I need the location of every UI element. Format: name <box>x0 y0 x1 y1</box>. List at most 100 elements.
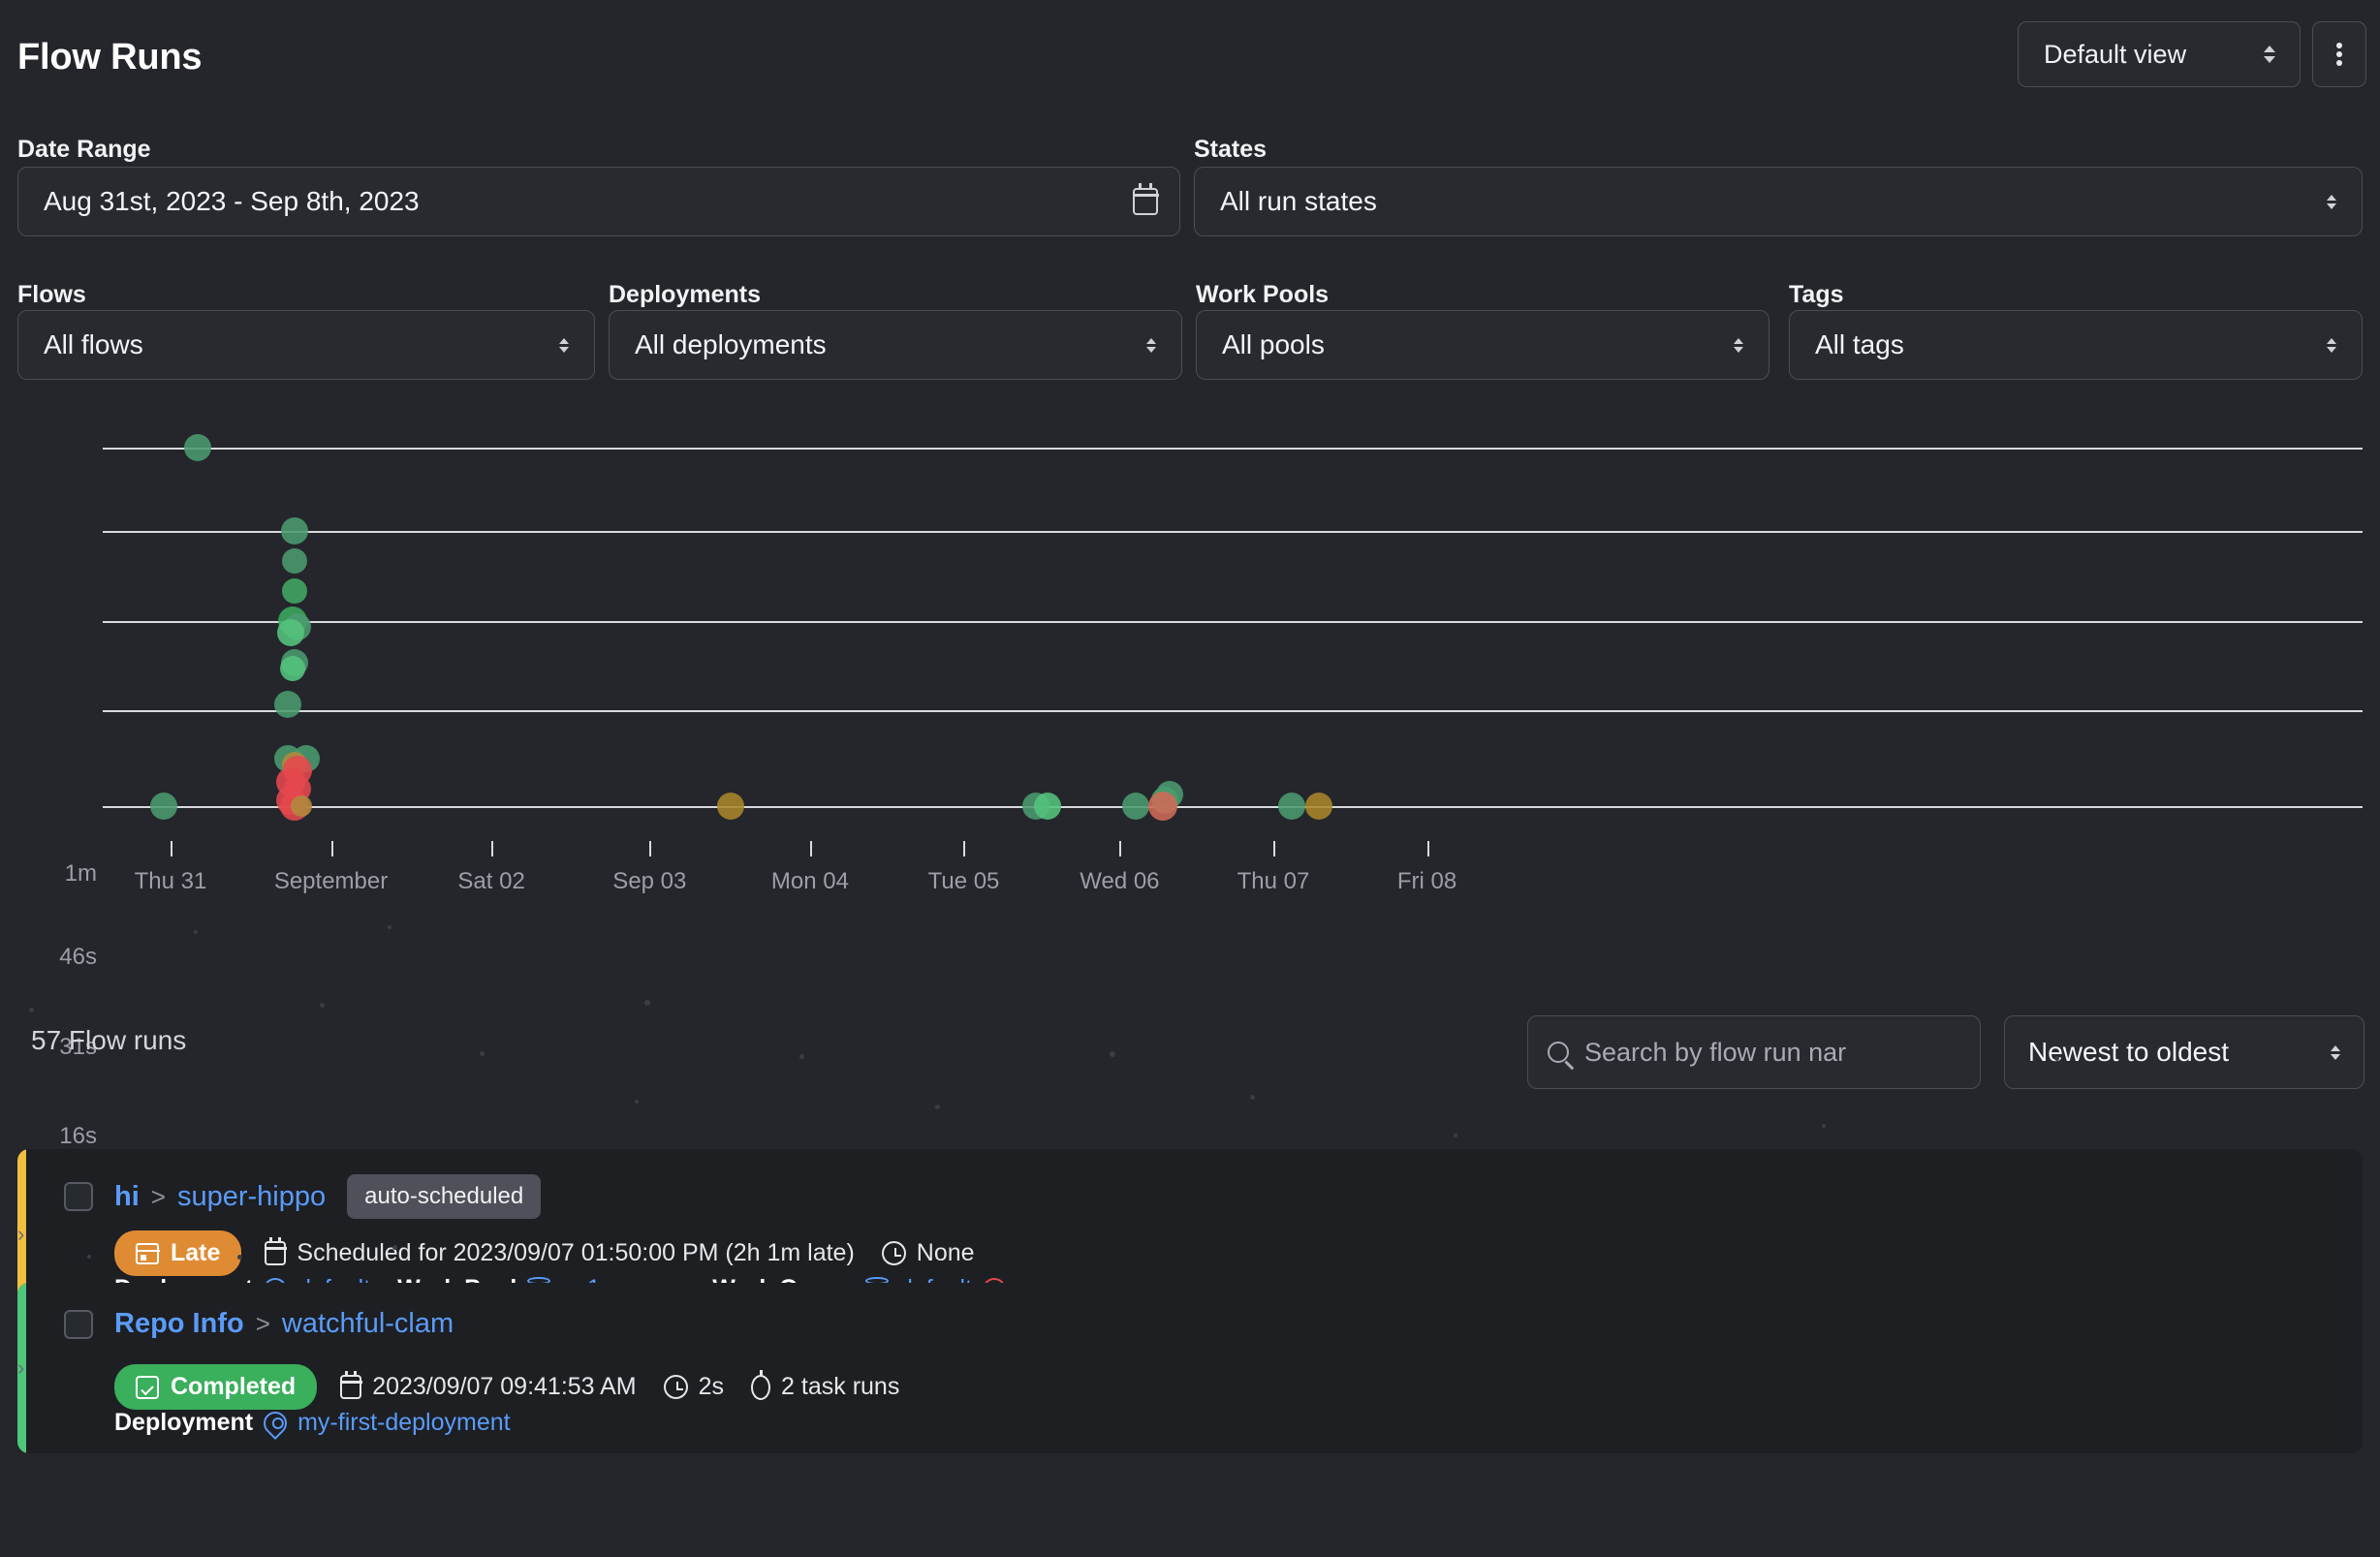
tags-label: Tags <box>1789 281 1844 308</box>
run-card-meta-row: Late Scheduled for 2023/09/07 01:50:00 PM… <box>114 1230 975 1276</box>
run-detail-label: Deployment <box>114 1409 254 1436</box>
run-name-link[interactable]: super-hippo <box>177 1181 326 1213</box>
background-speck <box>799 1054 804 1059</box>
flow-run-card[interactable]: › Repo Info > watchful-clam Completed 2023/09… <box>17 1283 2363 1453</box>
chart-x-tick-label: Thu 07 <box>1237 868 1310 894</box>
run-meta-item: Scheduled for 2023/09/07 01:50:00 PM (2h… <box>264 1237 855 1267</box>
flow-runs-page: Flow Runs Default view Date Range Aug 31… <box>0 0 2380 1557</box>
check-icon <box>136 1375 159 1399</box>
view-select[interactable]: Default view <box>2018 21 2301 87</box>
tags-value: All tags <box>1815 329 1904 359</box>
chart-y-tick-label: 46s <box>59 944 97 971</box>
background-speck <box>194 930 198 934</box>
background-speck <box>644 1000 650 1006</box>
run-meta-text: Scheduled for 2023/09/07 01:50:00 PM (2h… <box>297 1239 855 1266</box>
run-card-header: Repo Info > watchful-clam <box>64 1308 454 1340</box>
run-detail-link[interactable]: my-first-deployment <box>298 1409 511 1437</box>
run-meta-item: 2 task runs <box>751 1369 900 1401</box>
search-box[interactable] <box>1527 1015 1981 1089</box>
chart-data-point-late[interactable] <box>717 793 745 820</box>
status-badge[interactable]: Completed <box>114 1364 318 1410</box>
work-pools-label: Work Pools <box>1196 281 1330 308</box>
background-speck <box>320 1003 325 1008</box>
run-meta-text: 2s <box>698 1373 725 1400</box>
background-speck <box>2054 1056 2059 1061</box>
chart-x-tick-mark <box>963 841 966 856</box>
background-speck <box>1110 1051 1115 1057</box>
chart-data-point-completed[interactable] <box>183 434 211 461</box>
flow-runs-scatter-chart: 0s16s31s46s1m Thu 31SeptemberSat 02Sep 0… <box>0 426 2380 1245</box>
chevron-updown-icon <box>2323 194 2340 209</box>
chart-data-point-completed[interactable] <box>276 619 304 647</box>
background-speck <box>237 1255 242 1260</box>
background-speck <box>87 1255 91 1259</box>
search-input[interactable] <box>1584 1037 1960 1068</box>
flows-label: Flows <box>17 281 86 308</box>
page-header: Flow Runs Default view <box>0 0 2380 109</box>
chart-x-tick-label: Wed 06 <box>1080 868 1160 894</box>
background-speck <box>388 925 391 929</box>
calendar-icon[interactable] <box>1132 183 1159 215</box>
breadcrumb-separator: > <box>255 1309 270 1338</box>
deployments-select[interactable]: All deployments <box>609 310 1182 380</box>
run-meta-item: None <box>881 1239 975 1267</box>
states-select[interactable]: All run states <box>1194 167 2363 236</box>
background-speck <box>392 1245 397 1250</box>
calendar-icon <box>264 1237 287 1265</box>
chart-data-point-late[interactable] <box>291 795 313 817</box>
chart-x-tick-mark <box>1119 841 1122 856</box>
pin-icon <box>259 1406 293 1440</box>
run-tag[interactable]: auto-scheduled <box>347 1174 542 1219</box>
sort-select[interactable]: Newest to oldest <box>2004 1015 2364 1089</box>
flow-name-link[interactable]: hi <box>114 1181 140 1213</box>
expand-chevron-icon[interactable]: › <box>17 1222 24 1247</box>
flows-value: All flows <box>44 329 143 359</box>
chart-data-point-completed[interactable] <box>274 691 302 719</box>
chevron-updown-icon <box>2327 1044 2344 1060</box>
clock-icon <box>881 1241 906 1265</box>
run-select-checkbox[interactable] <box>64 1309 93 1339</box>
background-speck <box>1250 1095 1255 1100</box>
run-meta-item: 2s <box>663 1373 725 1401</box>
run-select-checkbox[interactable] <box>64 1182 93 1211</box>
status-badge[interactable]: Late <box>114 1230 242 1276</box>
background-speck <box>1822 1124 1826 1128</box>
chart-data-point-late[interactable] <box>1304 793 1332 820</box>
chevron-updown-icon <box>1730 337 1747 353</box>
kebab-menu-icon <box>2336 40 2342 69</box>
chart-data-point-completed[interactable] <box>1033 793 1061 820</box>
chart-data-point-completed[interactable] <box>279 656 305 682</box>
status-badge-label: Late <box>171 1239 221 1266</box>
run-detail-item: Deployment my-first-deployment <box>114 1406 511 1440</box>
date-range-input[interactable]: Aug 31st, 2023 - Sep 8th, 2023 <box>17 167 1180 236</box>
expand-chevron-icon[interactable]: › <box>17 1355 24 1381</box>
deployments-value: All deployments <box>635 329 827 359</box>
chart-gridline <box>103 448 2363 450</box>
chart-data-point-completed[interactable] <box>149 793 177 820</box>
status-badge-label: Completed <box>171 1373 297 1400</box>
flow-runs-count: 57 Flow runs <box>31 1025 187 1055</box>
chevron-updown-icon <box>2323 337 2340 353</box>
states-value: All run states <box>1220 186 1377 216</box>
chart-data-point-completed[interactable] <box>281 517 309 545</box>
chart-data-point-completed[interactable] <box>282 578 308 604</box>
chart-x-tick-label: Sep 03 <box>612 868 687 894</box>
flow-name-link[interactable]: Repo Info <box>114 1308 244 1340</box>
tags-select[interactable]: All tags <box>1789 310 2363 380</box>
work-pools-select[interactable]: All pools <box>1196 310 1769 380</box>
sort-select-label: Newest to oldest <box>2028 1037 2229 1067</box>
kebab-menu-button[interactable] <box>2312 21 2366 87</box>
background-speck <box>480 1051 485 1056</box>
chart-data-point-completed[interactable] <box>1277 793 1305 820</box>
run-card-detail-row: Deployment my-first-deployment <box>114 1406 511 1440</box>
chart-x-tick-mark <box>330 841 333 856</box>
chart-data-point-completed[interactable] <box>282 548 308 575</box>
flows-select[interactable]: All flows <box>17 310 595 380</box>
chart-data-point-completed[interactable] <box>1121 793 1149 820</box>
chart-data-point-failed[interactable] <box>1147 792 1177 821</box>
run-meta-text: 2 task runs <box>781 1373 900 1400</box>
run-name-link[interactable]: watchful-clam <box>282 1308 454 1340</box>
deployments-label: Deployments <box>609 281 761 308</box>
late-icon <box>135 1242 160 1264</box>
chart-x-tick-mark <box>1272 841 1275 856</box>
